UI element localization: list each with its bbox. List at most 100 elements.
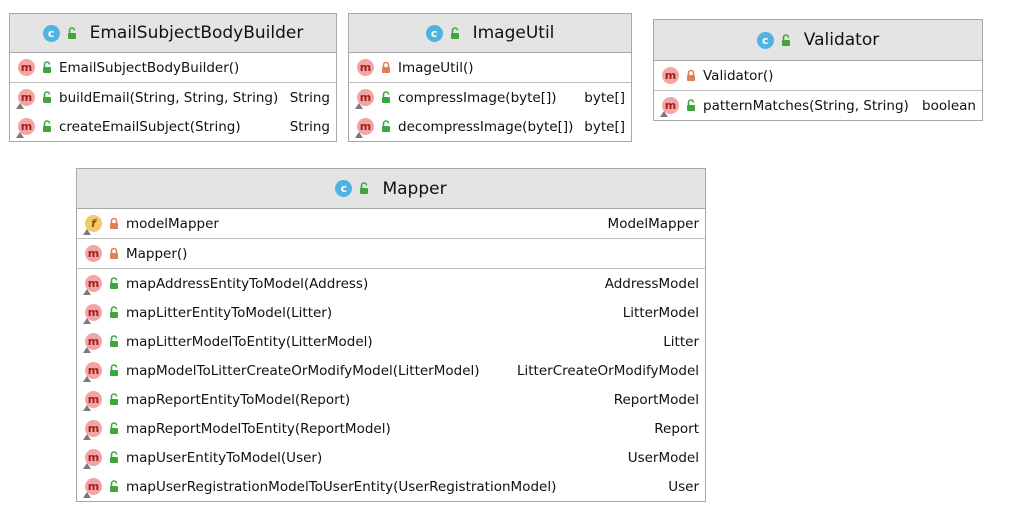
- method-row[interactable]: m mapUserRegistrationModelToUserEntity(Us…: [77, 472, 705, 501]
- field-row[interactable]: f modelMapper ModelMapper: [77, 209, 705, 238]
- member-name: patternMatches(String, String): [703, 97, 909, 114]
- override-marker-icon: [83, 289, 91, 295]
- method-badge-icon: m: [83, 362, 102, 382]
- member-type: boolean: [922, 97, 976, 114]
- member-type: LitterCreateOrModifyModel: [516, 362, 699, 379]
- member-section: m EmailSubjectBodyBuilder(): [10, 53, 336, 83]
- method-row[interactable]: m mapLitterModelToEntity(LitterModel) Litt…: [77, 327, 705, 356]
- member-type: ReportModel: [613, 391, 699, 408]
- override-marker-icon: [16, 132, 24, 138]
- member-name: mapUserEntityToModel(User): [126, 449, 323, 466]
- method-row[interactable]: m Mapper(): [77, 239, 705, 268]
- member-name: Mapper(): [126, 245, 188, 262]
- override-marker-icon: [660, 111, 668, 117]
- override-marker-icon: [16, 103, 24, 109]
- member-section: m ImageUtil(): [349, 53, 631, 83]
- lock-icon: [108, 217, 120, 230]
- member-type: Litter: [663, 333, 699, 350]
- member-name: mapLitterEntityToModel(Litter): [126, 304, 333, 321]
- method-badge-icon: m: [83, 478, 102, 498]
- class-badge-icon: c: [42, 24, 60, 42]
- override-marker-icon: [83, 347, 91, 353]
- class-box-emailsubjectbodybuilder[interactable]: c EmailSubjectBodyBuilder m EmailSubjectBod…: [9, 13, 337, 142]
- class-name: Mapper: [382, 178, 447, 199]
- member-section: m buildEmail(String, String, String) Strin…: [10, 83, 336, 141]
- member-type: AddressModel: [604, 275, 699, 292]
- class-name: ImageUtil: [472, 23, 555, 43]
- unlock-icon: [358, 182, 370, 195]
- method-row[interactable]: m mapReportModelToEntity(ReportModel) Repo…: [77, 414, 705, 443]
- method-row[interactable]: m mapLitterEntityToModel(Litter) LitterMod…: [77, 298, 705, 327]
- member-type: LitterModel: [622, 304, 699, 321]
- member-section: f modelMapper ModelMapper: [77, 209, 705, 239]
- method-badge-icon: m: [357, 59, 374, 76]
- unlock-icon: [380, 91, 392, 104]
- member-name: buildEmail(String, String, String): [59, 89, 279, 106]
- member-type: User: [668, 478, 699, 495]
- unlock-icon: [108, 277, 120, 290]
- method-badge-icon: m: [83, 449, 102, 469]
- override-marker-icon: [83, 405, 91, 411]
- unlock-icon: [108, 393, 120, 406]
- member-name: EmailSubjectBodyBuilder(): [59, 59, 240, 76]
- lock-icon: [108, 247, 120, 260]
- method-row[interactable]: m decompressImage(byte[]) byte[]: [349, 112, 631, 141]
- class-box-validator[interactable]: c Validator m Validator() m patternMatches(St…: [653, 19, 983, 121]
- override-marker-icon: [355, 132, 363, 138]
- class-header[interactable]: c ImageUtil: [349, 14, 631, 53]
- method-row[interactable]: m createEmailSubject(String) String: [10, 112, 336, 141]
- method-row[interactable]: m EmailSubjectBodyBuilder(): [10, 53, 336, 82]
- method-row[interactable]: m patternMatches(String, String) boolean: [654, 91, 982, 120]
- member-name: Validator(): [703, 67, 774, 84]
- member-name: mapReportModelToEntity(ReportModel): [126, 420, 391, 437]
- member-name: mapUserRegistrationModelToUserEntity(Use…: [126, 478, 557, 495]
- member-section: m mapAddressEntityToModel(Address) Address…: [77, 269, 705, 501]
- member-name: mapLitterModelToEntity(LitterModel): [126, 333, 373, 350]
- method-badge-icon: m: [85, 245, 102, 262]
- field-badge-icon: f: [83, 215, 102, 235]
- unlock-icon: [66, 26, 78, 40]
- override-marker-icon: [83, 492, 91, 498]
- override-marker-icon: [83, 434, 91, 440]
- method-row[interactable]: m compressImage(byte[]) byte[]: [349, 83, 631, 112]
- method-row[interactable]: m mapModelToLitterCreateOrModifyModel(Lit…: [77, 356, 705, 385]
- method-row[interactable]: m ImageUtil(): [349, 53, 631, 82]
- method-row[interactable]: m mapReportEntityToModel(Report) ReportMod…: [77, 385, 705, 414]
- unlock-icon: [780, 33, 792, 47]
- unlock-icon: [380, 120, 392, 133]
- override-marker-icon: [355, 103, 363, 109]
- method-badge-icon: m: [355, 118, 374, 138]
- method-badge-icon: m: [660, 97, 679, 117]
- method-row[interactable]: m Validator(): [654, 61, 982, 90]
- member-name: mapModelToLitterCreateOrModifyModel(Litt…: [126, 362, 480, 379]
- class-box-imageutil[interactable]: c ImageUtil m ImageUtil() m compressImage(byt…: [348, 13, 632, 142]
- override-marker-icon: [83, 318, 91, 324]
- member-name: modelMapper: [126, 215, 219, 232]
- member-section: m Validator(): [654, 61, 982, 91]
- method-badge-icon: m: [662, 67, 679, 84]
- unlock-icon: [108, 422, 120, 435]
- override-marker-icon: [83, 463, 91, 469]
- method-badge-icon: m: [83, 391, 102, 411]
- unlock-icon: [108, 451, 120, 464]
- class-name: Validator: [803, 30, 880, 50]
- unlock-icon: [41, 61, 53, 74]
- member-section: m Mapper(): [77, 239, 705, 269]
- member-name: ImageUtil(): [398, 59, 474, 76]
- class-header[interactable]: c Mapper: [77, 169, 705, 209]
- override-marker-icon: [83, 229, 91, 235]
- method-badge-icon: m: [16, 118, 35, 138]
- unlock-icon: [685, 99, 697, 112]
- class-header[interactable]: c Validator: [654, 20, 982, 61]
- method-row[interactable]: m mapUserEntityToModel(User) UserModel: [77, 443, 705, 472]
- method-row[interactable]: m buildEmail(String, String, String) Strin…: [10, 83, 336, 112]
- method-badge-icon: m: [18, 59, 35, 76]
- unlock-icon: [108, 480, 120, 493]
- lock-icon: [685, 69, 697, 82]
- class-header[interactable]: c EmailSubjectBodyBuilder: [10, 14, 336, 53]
- method-badge-icon: m: [83, 420, 102, 440]
- member-type: byte[]: [584, 89, 625, 106]
- method-row[interactable]: m mapAddressEntityToModel(Address) Address…: [77, 269, 705, 298]
- member-type: String: [289, 118, 330, 135]
- class-box-mapper[interactable]: c Mapper f modelMapper ModelMapper m Mapper() m…: [76, 168, 706, 502]
